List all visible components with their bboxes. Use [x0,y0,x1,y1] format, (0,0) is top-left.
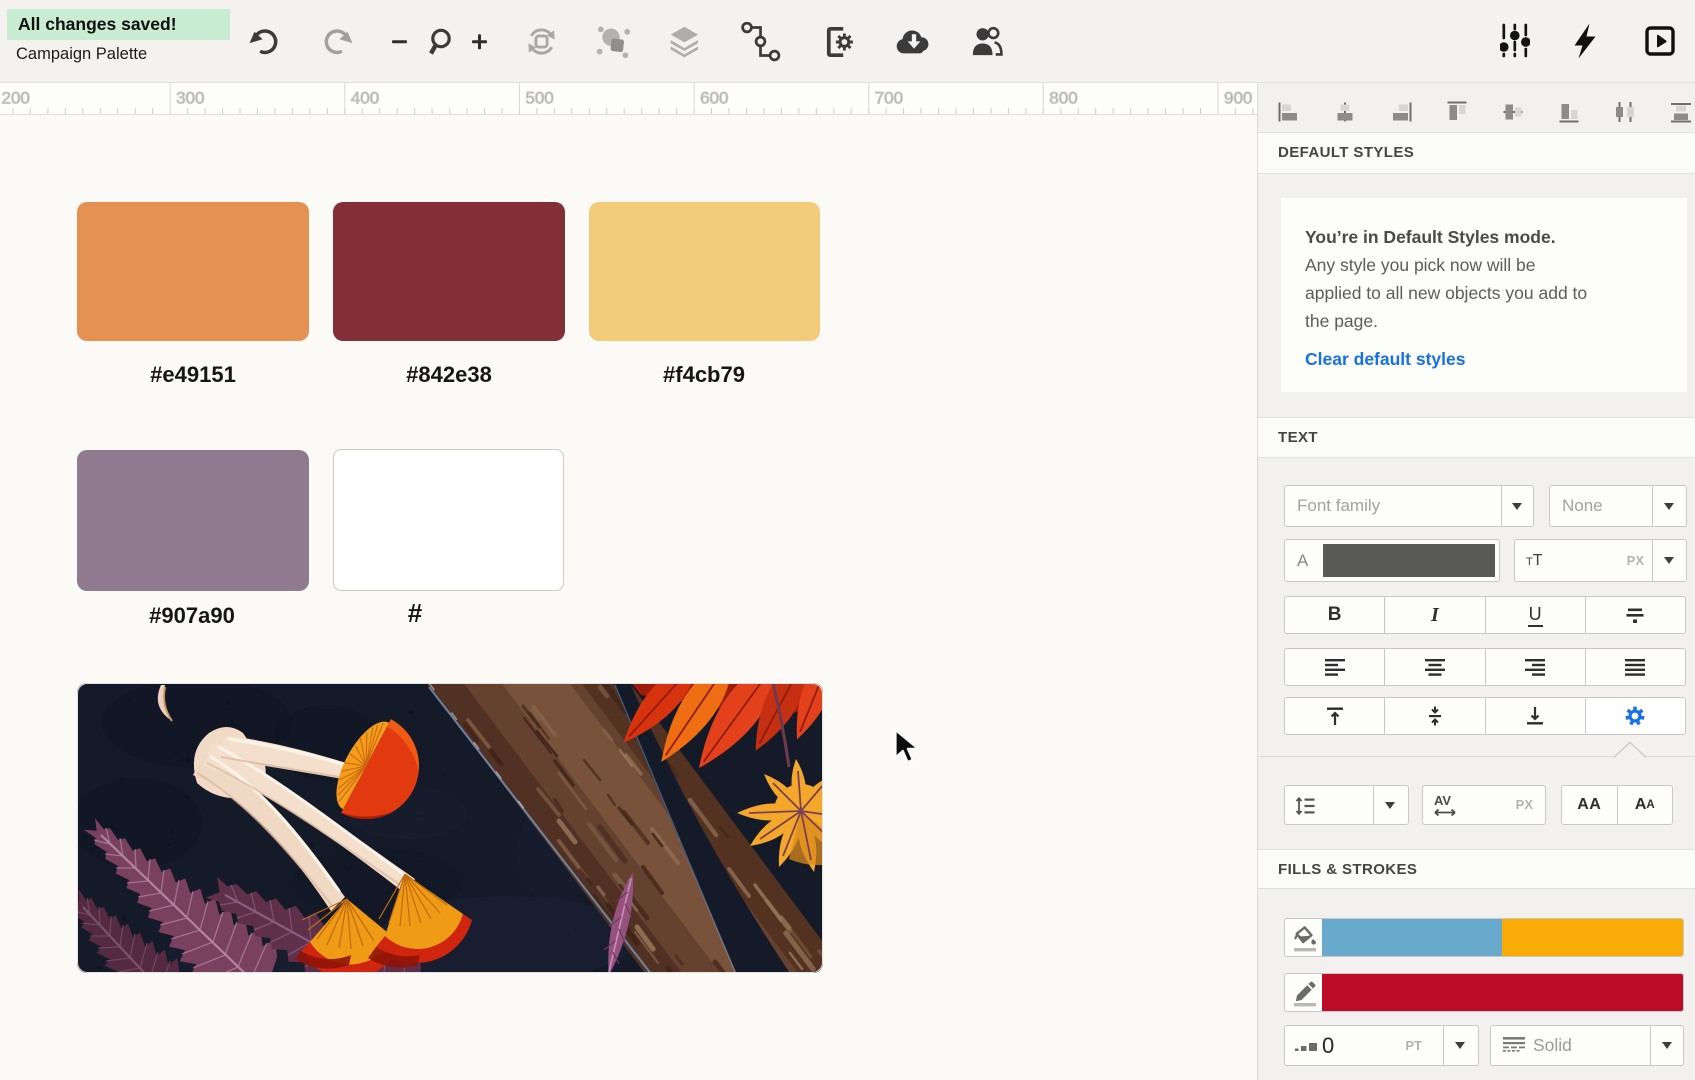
svg-text:200: 200 [2,89,30,108]
svg-text:800: 800 [1049,89,1077,108]
svg-text:300: 300 [176,89,204,108]
svg-text:600: 600 [700,89,728,108]
svg-text:900: 900 [1224,89,1252,108]
svg-text:400: 400 [351,89,379,108]
svg-text:700: 700 [875,89,903,108]
svg-text:500: 500 [525,89,553,108]
svg-text:AV: AV [1434,794,1451,808]
